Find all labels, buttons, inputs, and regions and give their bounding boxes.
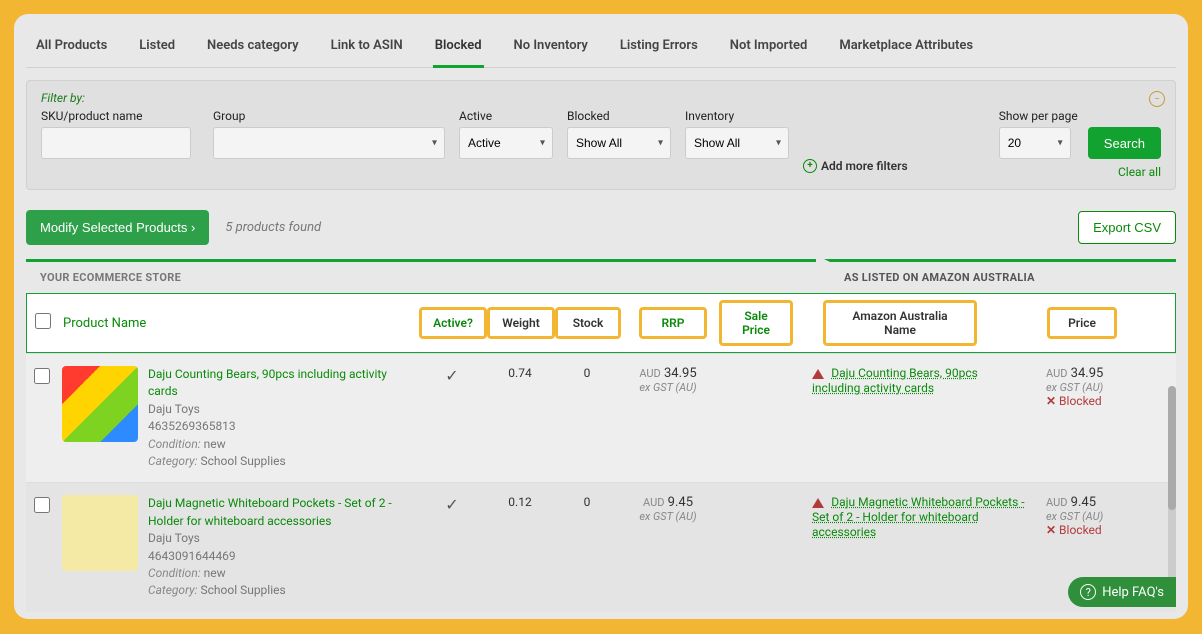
col-sale-price[interactable]: Sale Price (719, 300, 793, 346)
help-faq-button[interactable]: ? Help FAQ's (1068, 577, 1176, 607)
column-header-row: Product Name Active? Weight Stock RRP Sa… (26, 293, 1176, 353)
tab-no-inventory[interactable]: No Inventory (512, 30, 590, 67)
scrollbar[interactable] (1168, 386, 1176, 593)
export-csv-button[interactable]: Export CSV (1078, 211, 1176, 244)
plus-icon: + (803, 159, 817, 173)
modify-selected-button[interactable]: Modify Selected Products › (26, 210, 209, 245)
price-value: 34.95 (1071, 366, 1104, 381)
status-blocked: Blocked (1046, 523, 1156, 537)
product-brand: Daju Toys (148, 401, 418, 418)
active-select[interactable]: Active (459, 127, 553, 159)
rrp-currency: AUD (639, 367, 660, 380)
weight-value: 0.74 (486, 366, 554, 470)
condition-label: Condition: (148, 566, 201, 580)
show-per-page-select[interactable]: 20 (999, 127, 1071, 159)
filter-panel: − Filter by: SKU/product name Group Acti… (26, 80, 1176, 190)
warning-icon (812, 369, 824, 379)
product-title-link[interactable]: Daju Magnetic Whiteboard Pockets - Set o… (148, 495, 418, 530)
row-checkbox[interactable] (34, 497, 50, 513)
sku-input[interactable] (41, 127, 191, 159)
price-value: 9.45 (1071, 495, 1096, 510)
condition-value: new (204, 437, 226, 451)
group-header-amazon: AS LISTED ON AMAZON AUSTRALIA (824, 259, 1176, 293)
inventory-select[interactable]: Show All (685, 127, 789, 159)
price-currency: AUD (1046, 367, 1067, 380)
group-select[interactable] (213, 127, 445, 159)
group-label: Group (213, 109, 445, 123)
col-weight[interactable]: Weight (487, 307, 555, 339)
tab-listing-errors[interactable]: Listing Errors (618, 30, 700, 67)
col-price[interactable]: Price (1047, 307, 1117, 339)
results-count: 5 products found (225, 220, 321, 235)
tab-link-to-asin[interactable]: Link to ASIN (329, 30, 405, 67)
weight-value: 0.12 (486, 495, 554, 599)
tab-listed[interactable]: Listed (137, 30, 177, 67)
product-brand: Daju Toys (148, 530, 418, 547)
table: YOUR ECOMMERCE STORE AS LISTED ON AMAZON… (26, 259, 1176, 612)
stock-value: 0 (554, 495, 620, 599)
category-label: Category: (148, 454, 198, 468)
search-button[interactable]: Search (1088, 127, 1161, 159)
tab-bar: All Products Listed Needs category Link … (26, 26, 1176, 68)
rrp-value: 34.95 (664, 366, 697, 381)
help-icon: ? (1080, 584, 1096, 600)
active-check-icon: ✓ (418, 366, 486, 470)
clear-all-link[interactable]: Clear all (1118, 165, 1161, 179)
rrp-note: ex GST (AU) (630, 381, 706, 394)
amazon-title-link[interactable]: Daju Magnetic Whiteboard Pockets - Set o… (812, 495, 1025, 539)
product-sku: 4643091644469 (148, 548, 418, 565)
col-active[interactable]: Active? (419, 307, 487, 339)
collapse-icon[interactable]: − (1149, 91, 1165, 107)
inventory-label: Inventory (685, 109, 789, 123)
condition-value: new (204, 566, 226, 580)
price-note: ex GST (AU) (1046, 510, 1156, 523)
filter-title: Filter by: (41, 91, 1161, 105)
blocked-label: Blocked (567, 109, 671, 123)
stock-value: 0 (554, 366, 620, 470)
active-check-icon: ✓ (418, 495, 486, 599)
col-stock[interactable]: Stock (555, 307, 621, 339)
sku-label: SKU/product name (41, 109, 199, 123)
tab-needs-category[interactable]: Needs category (205, 30, 301, 67)
col-amz-name[interactable]: Amazon Australia Name (823, 300, 977, 346)
table-row: Daju Counting Bears, 90pcs including act… (26, 353, 1176, 482)
tab-all-products[interactable]: All Products (34, 30, 109, 67)
tab-blocked[interactable]: Blocked (433, 30, 484, 67)
tab-not-imported[interactable]: Not Imported (728, 30, 810, 67)
category-label: Category: (148, 583, 198, 597)
active-label: Active (459, 109, 553, 123)
price-currency: AUD (1046, 496, 1067, 509)
rrp-note: ex GST (AU) (630, 510, 706, 523)
help-label: Help FAQ's (1102, 585, 1164, 600)
category-value: School Supplies (200, 583, 285, 597)
show-per-page-label: Show per page (999, 109, 1078, 123)
price-note: ex GST (AU) (1046, 381, 1156, 394)
app-frame: All Products Listed Needs category Link … (14, 14, 1188, 619)
col-rrp[interactable]: RRP (639, 307, 707, 339)
status-blocked: Blocked (1046, 394, 1156, 408)
amazon-title-link[interactable]: Daju Counting Bears, 90pcs including act… (812, 366, 978, 395)
product-thumbnail (62, 366, 138, 442)
actions-row: Modify Selected Products › 5 products fo… (26, 210, 1176, 245)
condition-label: Condition: (148, 437, 201, 451)
col-product-name[interactable]: Product Name (63, 316, 419, 331)
scrollbar-thumb[interactable] (1168, 386, 1176, 510)
warning-icon (812, 498, 824, 508)
group-header-store: YOUR ECOMMERCE STORE (26, 259, 816, 293)
blocked-select[interactable]: Show All (567, 127, 671, 159)
tab-marketplace-attributes[interactable]: Marketplace Attributes (837, 30, 975, 67)
category-value: School Supplies (200, 454, 285, 468)
table-row: Daju Magnetic Whiteboard Pockets - Set o… (26, 482, 1176, 611)
select-all-checkbox[interactable] (35, 313, 51, 329)
add-more-filters[interactable]: +Add more filters (803, 159, 908, 173)
product-thumbnail (62, 495, 138, 571)
product-title-link[interactable]: Daju Counting Bears, 90pcs including act… (148, 366, 418, 401)
rrp-currency: AUD (643, 496, 664, 509)
row-checkbox[interactable] (34, 368, 50, 384)
product-sku: 4635269365813 (148, 418, 418, 435)
rrp-value: 9.45 (668, 495, 693, 510)
